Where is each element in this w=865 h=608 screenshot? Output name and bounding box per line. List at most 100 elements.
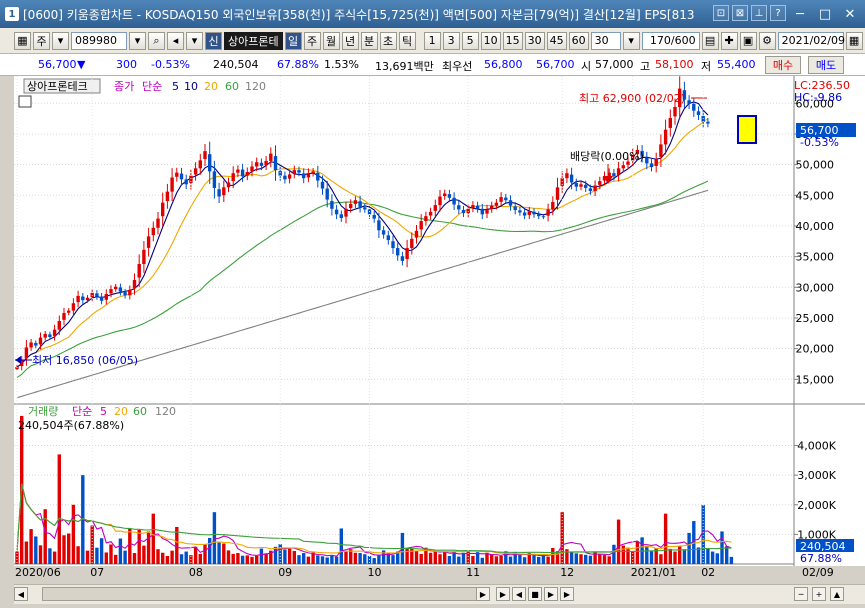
minute-10-button[interactable]: 10	[480, 31, 501, 50]
tile-icon[interactable]: ⊡	[713, 5, 729, 21]
quote-change-pct: -0.53%	[151, 58, 190, 71]
legend-item: 60	[225, 80, 239, 93]
maximize-icon[interactable]: □	[814, 5, 836, 23]
candle-body	[320, 181, 325, 189]
volume-bar	[76, 546, 80, 564]
minute-select[interactable]: 30	[590, 31, 621, 50]
buy-button[interactable]: 매수	[765, 56, 801, 74]
speaker-icon[interactable]: ◂	[167, 31, 184, 50]
zoom-out-icon[interactable]: ─	[794, 587, 808, 601]
volume-bar	[508, 556, 513, 564]
volume-bar	[678, 546, 682, 564]
chart-scrollbar[interactable]: ◀ ▶ ▶ ◀ ■ ▶ ▶ ─ + ▲	[14, 584, 865, 604]
current-change-label: -0.53%	[800, 136, 839, 149]
minute-3-button[interactable]: 3	[442, 31, 460, 50]
quote-turnover: 1.53%	[324, 58, 359, 71]
period-label[interactable]: 주	[33, 31, 50, 50]
save-icon[interactable]: ▣	[739, 31, 757, 50]
candle-body	[565, 173, 569, 179]
rewind-icon[interactable]: ◀	[512, 587, 526, 601]
tab-year[interactable]: 년	[341, 31, 359, 50]
tab-tick[interactable]: 틱	[398, 31, 416, 50]
candle-body	[161, 202, 165, 217]
zoom-in-plus-icon[interactable]: +	[812, 587, 826, 601]
minute-45-button[interactable]: 45	[546, 31, 567, 50]
stock-code-input[interactable]: 089980	[71, 31, 127, 50]
sell-button[interactable]: 매도	[808, 56, 844, 74]
chart-layout-icon[interactable]: ▦	[14, 31, 31, 50]
candle-body	[76, 295, 80, 303]
pin-icon[interactable]: ⊥	[751, 5, 767, 21]
candle-body	[687, 100, 691, 104]
help-icon[interactable]: ?	[770, 5, 786, 21]
candle-body	[555, 187, 560, 200]
volume-bar	[546, 556, 550, 564]
volume-bar	[273, 546, 278, 564]
tab-month[interactable]: 월	[322, 31, 340, 50]
candle-body	[588, 188, 593, 192]
volume-bar	[320, 556, 325, 564]
small-dropdown-icon[interactable]: ▾	[186, 31, 203, 50]
search-icon[interactable]: ⌕	[148, 31, 165, 50]
code-dropdown-icon[interactable]: ▾	[129, 31, 146, 50]
volume-bar	[659, 554, 663, 564]
play-icon[interactable]: ▶	[496, 587, 510, 601]
volume-bar	[518, 554, 522, 564]
candle-body	[386, 235, 390, 241]
move-up-icon[interactable]: ▲	[830, 587, 844, 601]
scroll-right-icon[interactable]: ▶	[476, 587, 490, 601]
date-input[interactable]: 2021/02/09	[777, 31, 845, 50]
settings-icon[interactable]: ⚙	[758, 31, 776, 50]
indicator-settings-icon	[18, 95, 32, 108]
candle-body	[104, 294, 108, 300]
candle-body	[363, 207, 367, 210]
minute-1-button[interactable]: 1	[423, 31, 441, 50]
volume-bar	[198, 553, 202, 564]
zoom-in-icon[interactable]: ▤	[701, 31, 719, 50]
quote-high: 58,100	[655, 58, 694, 71]
candle-body	[339, 214, 343, 218]
minute-select-dropdown-icon[interactable]: ▾	[622, 31, 640, 50]
tab-second[interactable]: 초	[379, 31, 397, 50]
volume-bar	[668, 548, 672, 564]
period-dropdown-icon[interactable]: ▾	[52, 31, 69, 50]
minute-5-button[interactable]: 5	[461, 31, 479, 50]
minute-60-button[interactable]: 60	[568, 31, 589, 50]
candle-body	[81, 296, 85, 301]
calendar-icon[interactable]: ▦	[845, 31, 863, 50]
volume-current-ratio: 67.88%	[800, 552, 842, 565]
candle-body	[480, 208, 484, 215]
tab-minute[interactable]: 분	[360, 31, 378, 50]
x-axis-label: 07	[90, 566, 104, 579]
minimize-icon[interactable]: ─	[789, 5, 811, 23]
volume-bar	[457, 556, 461, 564]
volume-bar	[67, 533, 71, 564]
close-icon[interactable]: ✕	[839, 5, 861, 23]
scroll-left-icon[interactable]: ◀	[14, 587, 28, 601]
scroll-thumb[interactable]	[42, 587, 490, 601]
stop-icon[interactable]: ■	[528, 587, 542, 601]
count-input[interactable]: 170/600	[641, 31, 700, 50]
volume-bar	[447, 556, 452, 564]
minute-30-button[interactable]: 30	[524, 31, 545, 50]
quote-trade-value: 13,691백만	[375, 60, 434, 73]
volume-bar	[306, 556, 311, 564]
fast-forward-icon[interactable]: ▶	[560, 587, 574, 601]
forward-icon[interactable]: ▶	[544, 587, 558, 601]
chart-area[interactable]: 15,000 20,000 25,000 30,000 35,000 40,000 45,0…	[0, 76, 865, 584]
hc-label: HC:-9.86	[794, 91, 842, 104]
volume-bar	[212, 512, 217, 564]
candle-body	[118, 287, 123, 292]
tab-week[interactable]: 주	[303, 31, 321, 50]
price-tick-label: 50,000	[796, 159, 835, 172]
volume-bar	[532, 555, 536, 564]
tab-day[interactable]: 일	[284, 31, 302, 50]
volume-bar	[99, 538, 104, 564]
link-icon[interactable]: ⊠	[732, 5, 748, 21]
volume-tick-label: 2,000K	[797, 499, 836, 512]
crosshair-icon[interactable]: ✚	[720, 31, 738, 50]
candle-body	[645, 157, 649, 164]
candle-body	[372, 214, 376, 219]
minute-15-button[interactable]: 15	[502, 31, 523, 50]
high-annotation: 최고 62,900 (02/02)	[579, 92, 685, 105]
